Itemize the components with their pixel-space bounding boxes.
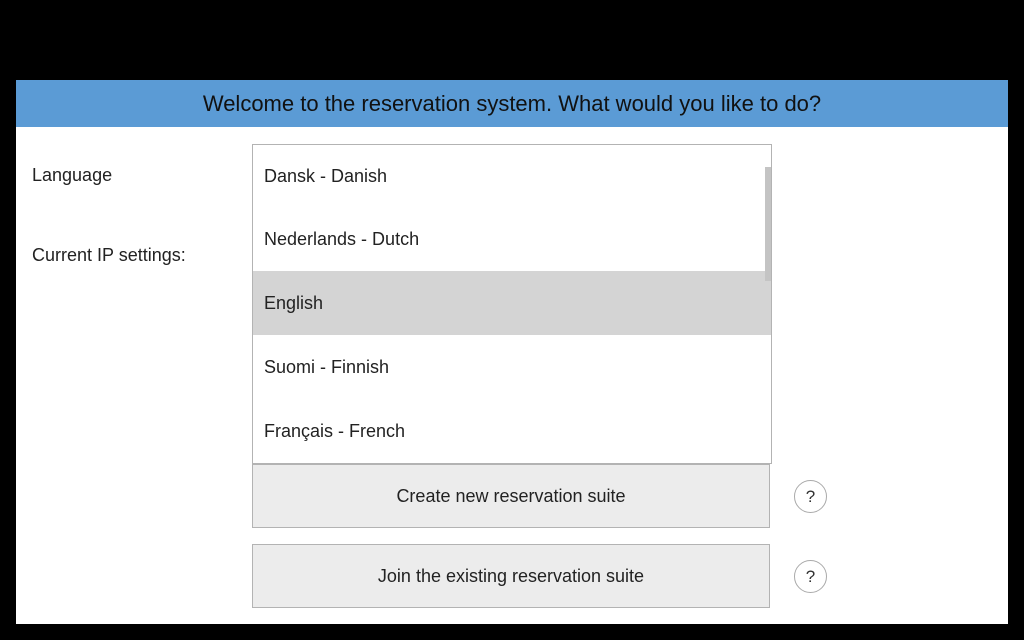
language-listbox[interactable]: Dansk - Danish Nederlands - Dutch Englis… [252, 144, 772, 464]
language-option-danish[interactable]: Dansk - Danish [253, 145, 771, 207]
join-help-button[interactable]: ? [794, 560, 827, 593]
create-help-button[interactable]: ? [794, 480, 827, 513]
page-title: Welcome to the reservation system. What … [16, 80, 1008, 127]
language-option-french[interactable]: Français - French [253, 399, 771, 463]
language-option-english[interactable]: English [253, 271, 771, 335]
join-suite-button[interactable]: Join the existing reservation suite [252, 544, 770, 608]
listbox-scrollbar[interactable] [765, 167, 771, 281]
language-option-finnish[interactable]: Suomi - Finnish [253, 335, 771, 399]
create-suite-button[interactable]: Create new reservation suite [252, 464, 770, 528]
language-option-dutch[interactable]: Nederlands - Dutch [253, 207, 771, 271]
language-label: Language [32, 165, 113, 185]
reservation-window: Welcome to the reservation system. What … [16, 80, 1008, 624]
ip-settings-label: Current IP settings: [32, 245, 186, 265]
